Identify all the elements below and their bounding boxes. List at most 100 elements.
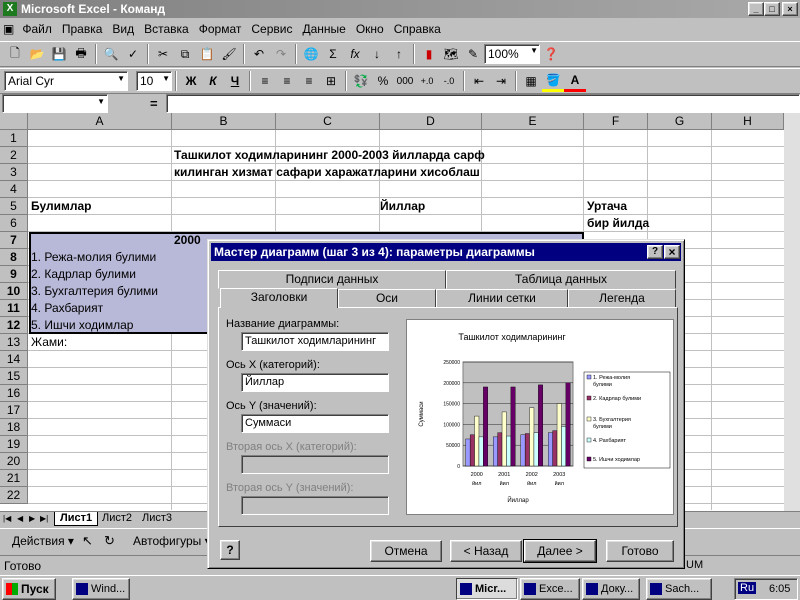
tab-gridlines[interactable]: Линии сетки	[436, 289, 568, 308]
cell-b7[interactable]: 2000	[174, 232, 201, 249]
field-input[interactable]: Йиллар	[241, 373, 389, 392]
align-left-icon[interactable]: ≡	[254, 70, 276, 92]
row-header-21[interactable]: 21	[0, 470, 28, 487]
spelling-icon[interactable]: ✓	[122, 43, 144, 65]
menu-5[interactable]: Сервис	[246, 22, 297, 36]
menu-3[interactable]: Вставка	[139, 22, 194, 36]
pointer-icon[interactable]: ↖	[82, 533, 93, 549]
chart-wizard-icon[interactable]: ▮	[418, 43, 440, 65]
copy-icon[interactable]: ⧉	[174, 43, 196, 65]
undo-icon[interactable]: ↶	[248, 43, 270, 65]
taskbar-item[interactable]: Sach...	[646, 578, 712, 600]
tab-nav-next-icon[interactable]: ▶	[29, 514, 35, 523]
cancel-button[interactable]: Отмена	[370, 540, 442, 562]
new-icon[interactable]: 🗋	[4, 43, 26, 65]
percent-button[interactable]: %	[372, 70, 394, 92]
vertical-scrollbar[interactable]	[784, 113, 800, 511]
row-header-9[interactable]: 9	[0, 266, 28, 283]
column-header-C[interactable]: C	[276, 113, 380, 130]
row-header-20[interactable]: 20	[0, 453, 28, 470]
cell-d5[interactable]: Йиллар	[380, 198, 425, 215]
currency-icon[interactable]: 💱	[350, 70, 372, 92]
menu-4[interactable]: Формат	[194, 22, 247, 36]
back-button[interactable]: < Назад	[450, 540, 522, 562]
rotate-icon[interactable]: ↻	[104, 533, 115, 549]
tab-data-table[interactable]: Таблица данных	[446, 270, 676, 289]
dialog-help-button[interactable]: ?	[647, 245, 663, 259]
hyperlink-icon[interactable]: 🌐	[300, 43, 322, 65]
tab-legend[interactable]: Легенда	[568, 289, 676, 308]
department-cell[interactable]: 3. Бухгалтерия булими	[31, 283, 158, 300]
cut-icon[interactable]: ✂	[152, 43, 174, 65]
sheet-tab-3[interactable]: Лист3	[137, 512, 177, 526]
fill-color-icon[interactable]: 🪣	[542, 70, 564, 92]
formula-equals[interactable]: =	[150, 96, 158, 111]
column-header-A[interactable]: A	[28, 113, 172, 130]
minimize-button[interactable]: _	[748, 2, 764, 16]
borders-icon[interactable]: ▦	[520, 70, 542, 92]
size-select[interactable]: 10 ▼	[136, 71, 172, 91]
drawing-icon[interactable]: ✎	[462, 43, 484, 65]
preview-icon[interactable]: 🔍	[100, 43, 122, 65]
close-button[interactable]: ×	[782, 2, 798, 16]
thousands-button[interactable]: 000	[394, 70, 416, 92]
row-header-22[interactable]: 22	[0, 487, 28, 504]
font-color-icon[interactable]: A	[564, 70, 586, 92]
language-indicator[interactable]: Ru	[738, 582, 757, 594]
row-header-4[interactable]: 4	[0, 181, 28, 198]
row-header-10[interactable]: 10	[0, 283, 28, 300]
tab-data-labels[interactable]: Подписи данных	[218, 270, 446, 289]
italic-button[interactable]: К	[202, 70, 224, 92]
menu-7[interactable]: Окно	[351, 22, 389, 36]
function-icon[interactable]: fx	[344, 43, 366, 65]
department-cell[interactable]: 1. Режа-молия булими	[31, 249, 156, 266]
outdent-icon[interactable]: ⇤	[468, 70, 490, 92]
actions-menu[interactable]: Действия ▾	[12, 534, 74, 548]
autoshapes-menu[interactable]: Автофигуры ▾	[133, 534, 211, 548]
finish-button[interactable]: Готово	[606, 540, 674, 562]
row-header-18[interactable]: 18	[0, 419, 28, 436]
row-header-15[interactable]: 15	[0, 368, 28, 385]
row-header-6[interactable]: 6	[0, 215, 28, 232]
open-icon[interactable]: 📂	[26, 43, 48, 65]
tab-nav-first-icon[interactable]: |◀	[3, 514, 11, 523]
maximize-button[interactable]: □	[764, 2, 780, 16]
column-header-E[interactable]: E	[482, 113, 584, 130]
save-icon[interactable]: 💾	[48, 43, 70, 65]
cell-a5[interactable]: Булимлар	[31, 198, 92, 215]
name-box[interactable]: ▼	[2, 94, 108, 113]
sheet-title-line1[interactable]: Ташкилот ходимларининг 2000-2003 йиллард…	[174, 147, 485, 164]
sheet-tab-2[interactable]: Лист2	[97, 512, 137, 526]
align-right-icon[interactable]: ≡	[298, 70, 320, 92]
redo-icon[interactable]: ↷	[270, 43, 292, 65]
tab-axes[interactable]: Оси	[338, 289, 436, 308]
taskbar-item[interactable]: Wind...	[72, 578, 130, 600]
dialog-close-button[interactable]: ×	[664, 245, 680, 259]
tab-nav-prev-icon[interactable]: ◀	[17, 514, 23, 523]
column-header-B[interactable]: B	[172, 113, 276, 130]
department-cell[interactable]: 2. Кадрлар булими	[31, 266, 136, 283]
taskbar-item[interactable]: Exce...	[520, 578, 580, 600]
column-header-F[interactable]: F	[584, 113, 648, 130]
cell-f6[interactable]: бир йилда	[587, 215, 649, 232]
menu-8[interactable]: Справка	[389, 22, 446, 36]
row-header-1[interactable]: 1	[0, 130, 28, 147]
formula-input[interactable]	[166, 94, 800, 113]
cell-f5[interactable]: Уртача	[587, 198, 627, 215]
row-header-12[interactable]: 12	[0, 317, 28, 334]
help-icon[interactable]: ❓	[540, 43, 562, 65]
merge-center-icon[interactable]: ⊞	[320, 70, 342, 92]
tab-titles[interactable]: Заголовки	[220, 288, 338, 308]
column-header-D[interactable]: D	[380, 113, 482, 130]
column-header-G[interactable]: G	[648, 113, 712, 130]
dialog-help-icon-button[interactable]: ?	[220, 540, 240, 560]
taskbar-item[interactable]: Micr...	[456, 578, 518, 600]
row-header-11[interactable]: 11	[0, 300, 28, 317]
menu-1[interactable]: Правка	[57, 22, 108, 36]
row-header-19[interactable]: 19	[0, 436, 28, 453]
row-header-14[interactable]: 14	[0, 351, 28, 368]
row-header-13[interactable]: 13	[0, 334, 28, 351]
row-header-17[interactable]: 17	[0, 402, 28, 419]
row-header-2[interactable]: 2	[0, 147, 28, 164]
next-button[interactable]: Далее >	[523, 539, 597, 563]
